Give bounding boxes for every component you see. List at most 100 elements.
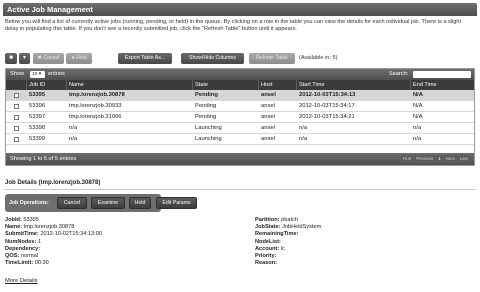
- cancel-job-button[interactable]: Cancel: [57, 197, 87, 209]
- toolbar: ■ ▾ ✖ Cancel ● Hold Export Table As... S…: [5, 53, 475, 65]
- job-operations-label: Job Operations:: [9, 200, 49, 206]
- chevron-down-icon: ▾: [38, 72, 42, 77]
- job-details-title: Job Details (tmp.lorenzjob.30878): [5, 180, 101, 186]
- info-key: QOS:: [5, 253, 20, 260]
- row-checkbox[interactable]: [14, 126, 19, 131]
- page-number-button[interactable]: 1: [436, 155, 443, 163]
- show-label: Show: [10, 71, 24, 77]
- info-row-reason: Reason:: [255, 260, 470, 267]
- entries-label: entries: [48, 71, 65, 77]
- cell-host: ansel: [261, 103, 275, 109]
- available-countdown: (Available in: 5): [299, 55, 338, 61]
- table-footer: Showing 1 to 5 of 5 entries First Previou…: [6, 153, 474, 165]
- info-row-num-nodes: NumNodes: 1: [5, 239, 205, 246]
- show-hide-columns-button[interactable]: Show/Hide Columns: [181, 53, 244, 64]
- window-title: Active Job Management: [3, 3, 477, 16]
- info-key: NumNodes:: [5, 238, 37, 245]
- info-key: Priority:: [255, 253, 277, 260]
- column-header-job-id[interactable]: Job ID: [26, 80, 66, 90]
- cell-job-id: 53399: [29, 136, 46, 142]
- more-details-link[interactable]: More Details: [5, 278, 38, 284]
- table-row[interactable]: 53396 tmp.lorenzjob.30933 Pending ansel …: [6, 101, 474, 112]
- pagination: First Previous 1 Next Last: [400, 155, 470, 163]
- checkbox-icon: ■: [9, 55, 13, 61]
- row-checkbox[interactable]: [14, 93, 19, 98]
- cell-start-time: n/a: [299, 136, 308, 142]
- edit-params-button[interactable]: Edit Params: [156, 197, 197, 209]
- cell-end-time: n/a: [413, 125, 422, 131]
- cell-job-id: 53398: [29, 125, 46, 131]
- cell-start-time: 2012-10-03T15:34:17: [299, 103, 355, 109]
- cell-host: ansel: [261, 125, 275, 131]
- cell-name: n/a: [69, 125, 78, 131]
- info-value: lc: [280, 245, 285, 252]
- info-key: Partition:: [255, 217, 280, 223]
- info-key: Dependency:: [5, 245, 41, 252]
- chevron-down-icon: ▾: [22, 55, 26, 61]
- page-first-button[interactable]: First: [400, 155, 414, 163]
- search-input[interactable]: [413, 71, 471, 78]
- job-info-left: JobId: 53395 Name: tmp.lorenzjob.30878 S…: [5, 217, 205, 267]
- showing-count: Showing 1 to 5 of 5 entries: [10, 156, 77, 162]
- cell-state: Pending: [195, 92, 218, 98]
- cell-name: n/a: [69, 136, 78, 142]
- job-management-panel: Active Job Management Below you will fin…: [0, 0, 480, 292]
- info-row-remaining-time: RemainingTime:: [255, 231, 470, 238]
- info-value: JobHeldSystem: [282, 224, 322, 231]
- cell-name: tmp.lorenzjob.30933: [69, 103, 122, 109]
- info-value: tmp.lorenzjob.30878: [23, 224, 75, 231]
- cell-end-time: N/A: [413, 92, 423, 98]
- page-size-select[interactable]: 10 ▾: [30, 71, 45, 78]
- cell-host: ansel: [261, 92, 276, 98]
- cell-host: ansel: [261, 136, 275, 142]
- cell-end-time: N/A: [413, 103, 423, 109]
- job-info-right: Partition: pbatch JobState: JobHeldSyste…: [255, 217, 470, 267]
- column-header-end-time[interactable]: End Time: [410, 80, 474, 90]
- cancel-jobs-button[interactable]: ✖ Cancel: [33, 53, 64, 64]
- info-key: Account:: [255, 245, 280, 252]
- row-checkbox[interactable]: [14, 137, 19, 142]
- cell-state: Pending: [195, 103, 217, 109]
- info-key: SubmitTime:: [5, 231, 39, 238]
- jobs-table: Show 10 ▾ entries Search: Job ID Name St…: [5, 68, 475, 166]
- info-row-time-limit: TimeLimit: 00:30: [5, 260, 205, 267]
- info-row-priority: Priority:: [255, 253, 470, 260]
- cell-name: tmp.lorenzjob.30878: [69, 92, 125, 98]
- cell-host: ansel: [261, 114, 275, 120]
- hold-job-button[interactable]: Hold: [129, 197, 151, 209]
- select-all-button[interactable]: ■: [5, 53, 17, 64]
- examine-job-button[interactable]: Examine: [91, 197, 125, 209]
- cell-end-time: N/A: [413, 114, 423, 120]
- info-row-name: Name: tmp.lorenzjob.30878: [5, 224, 205, 231]
- column-header-name[interactable]: Name: [66, 80, 192, 90]
- table-header: Job ID Name State Host Start Time End Ti…: [6, 80, 474, 90]
- cell-job-id: 53397: [29, 114, 46, 120]
- table-row[interactable]: 53395 tmp.lorenzjob.30878 Pending ansel …: [6, 90, 474, 101]
- select-menu-button[interactable]: ▾: [19, 53, 30, 64]
- row-checkbox[interactable]: [14, 115, 19, 120]
- cell-state: Pending: [195, 114, 217, 120]
- page-next-button[interactable]: Next: [443, 155, 457, 163]
- table-row[interactable]: 53397 tmp.lorenzjob.31066 Pending ansel …: [6, 112, 474, 123]
- page-last-button[interactable]: Last: [457, 155, 470, 163]
- info-row-dependency: Dependency:: [5, 246, 205, 253]
- column-header-state[interactable]: State: [192, 80, 258, 90]
- cell-name: tmp.lorenzjob.31066: [69, 114, 122, 120]
- job-operations-bar: Job Operations: Cancel Examine Hold: [5, 194, 161, 212]
- page-previous-button[interactable]: Previous: [414, 155, 436, 163]
- info-value: 1: [37, 238, 42, 245]
- info-row-submit-time: SubmitTime: 2012-10-02T15:34:13:00: [5, 231, 205, 238]
- hold-jobs-button[interactable]: ● Hold: [66, 53, 92, 64]
- column-header-host[interactable]: Host: [258, 80, 296, 90]
- export-table-button[interactable]: Export Table As...: [118, 53, 172, 64]
- column-header-start-time[interactable]: Start Time: [296, 80, 410, 90]
- table-row[interactable]: 53398 n/a Launching ansel n/a n/a: [6, 123, 474, 134]
- row-checkbox[interactable]: [14, 104, 19, 109]
- info-value: 53395: [23, 217, 39, 223]
- info-key: Name:: [5, 224, 23, 231]
- info-value: 2012-10-02T15:34:13:00: [40, 231, 102, 238]
- table-row[interactable]: 53399 n/a Launching ansel n/a n/a: [6, 134, 474, 145]
- refresh-table-button[interactable]: Refresh Table: [249, 53, 295, 64]
- page-size-value: 10: [32, 72, 38, 77]
- hold-label: Hold: [75, 55, 87, 61]
